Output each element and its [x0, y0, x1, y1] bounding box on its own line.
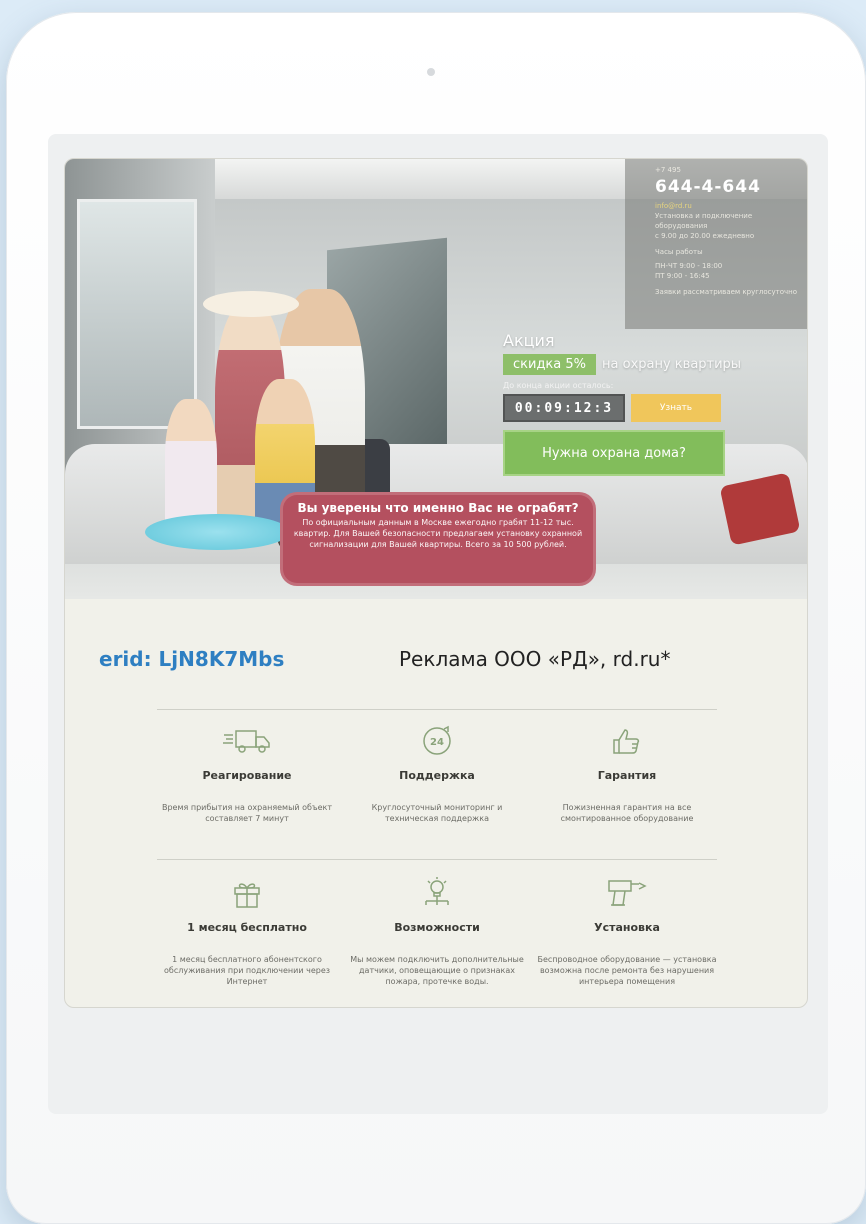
hours-label: Часы работы [655, 248, 703, 256]
hero-section: +7 495 644-4-644 info@rd.ru Установка и … [65, 159, 807, 599]
contact-panel: +7 495 644-4-644 info@rd.ru Установка и … [625, 159, 807, 329]
feature-warranty: Гарантия Пожизненная гарантия на все смо… [537, 719, 717, 824]
feature-desc: Круглосуточный мониторинг и техническая … [371, 803, 503, 823]
svg-text:24: 24 [430, 737, 444, 748]
feature-support: 24 Поддержка Круглосуточный мониторинг и… [347, 719, 527, 824]
feature-desc: Мы можем подключить дополнительные датчи… [350, 955, 524, 986]
feature-title: Гарантия [597, 769, 657, 782]
hours-weekdays: ПН-ЧТ 9:00 - 18:00 [655, 262, 723, 270]
feature-title: Поддержка [399, 769, 475, 782]
erid-label: erid: LjN8K7Mbs [99, 647, 285, 671]
promo-subject: на охрану квартиры [602, 357, 742, 372]
gift-icon [157, 871, 337, 915]
hours-friday: ПТ 9:00 - 16:45 [655, 272, 710, 280]
banner-headline: Вы уверены что именно Вас не ограбят? [297, 501, 579, 515]
warning-banner: Вы уверены что именно Вас не ограбят? По… [283, 495, 593, 583]
24h-icon: 24 [347, 719, 527, 763]
discount-badge: скидка 5% [503, 354, 597, 375]
ad-text: Реклама ООО «РД», rd.ru* [399, 647, 671, 671]
contact-line-3: с 9.00 до 20.00 ежедневно [655, 232, 755, 240]
promo-block: Акция скидка 5% на охрану квартиры До ко… [503, 331, 803, 476]
need-home-security-button[interactable]: Нужна охрана дома? [503, 430, 725, 476]
website-screen: +7 495 644-4-644 info@rd.ru Установка и … [64, 158, 808, 1008]
truck-icon [157, 719, 337, 763]
feature-title: Установка [594, 921, 660, 934]
feature-title: Возможности [394, 921, 480, 934]
feature-capabilities: Возможности Мы можем подключить дополнит… [347, 871, 527, 987]
phone-code: +7 495 [655, 166, 681, 174]
feature-title: Реагирование [202, 769, 292, 782]
learn-more-button[interactable]: Узнать [631, 394, 721, 422]
sun-hat [203, 291, 299, 317]
thumbs-up-icon [537, 719, 717, 763]
drill-icon [537, 871, 717, 915]
divider-middle [157, 859, 717, 860]
feature-desc: Время прибытия на охраняемый объект сост… [161, 803, 333, 823]
camera-icon [427, 68, 435, 76]
feature-response: Реагирование Время прибытия на охраняемы… [157, 719, 337, 824]
feature-installation: Установка Беспроводное оборудование — ус… [537, 871, 717, 987]
countdown-timer: 00:09:12:3 [503, 394, 625, 422]
feature-desc: 1 месяц бесплатного абонентского обслужи… [164, 955, 330, 986]
feature-title: 1 месяц бесплатно [187, 921, 307, 934]
contact-line-1: Установка и подключение [655, 212, 753, 220]
swim-ring [145, 514, 290, 550]
phone-number[interactable]: 644-4-644 [655, 177, 799, 197]
contact-note: Заявки рассматриваем круглосуточно [655, 288, 798, 296]
contact-line-2: оборудования [655, 222, 708, 230]
promo-title: Акция [503, 331, 555, 350]
banner-text: По официальным данным в Москве ежегодно … [293, 518, 583, 549]
ad-disclosure: erid: LjN8K7Mbs Реклама ООО «РД», rd.ru* [65, 639, 807, 679]
feature-free-month: 1 месяц бесплатно 1 месяц бесплатного аб… [157, 871, 337, 987]
divider-top [157, 709, 717, 710]
feature-desc: Беспроводное оборудование — установка во… [537, 955, 717, 986]
feature-desc: Пожизненная гарантия на все смонтированн… [560, 803, 694, 823]
contact-email[interactable]: info@rd.ru [655, 201, 799, 211]
countdown-label: До конца акции осталось: [503, 381, 614, 390]
bulb-icon [347, 871, 527, 915]
